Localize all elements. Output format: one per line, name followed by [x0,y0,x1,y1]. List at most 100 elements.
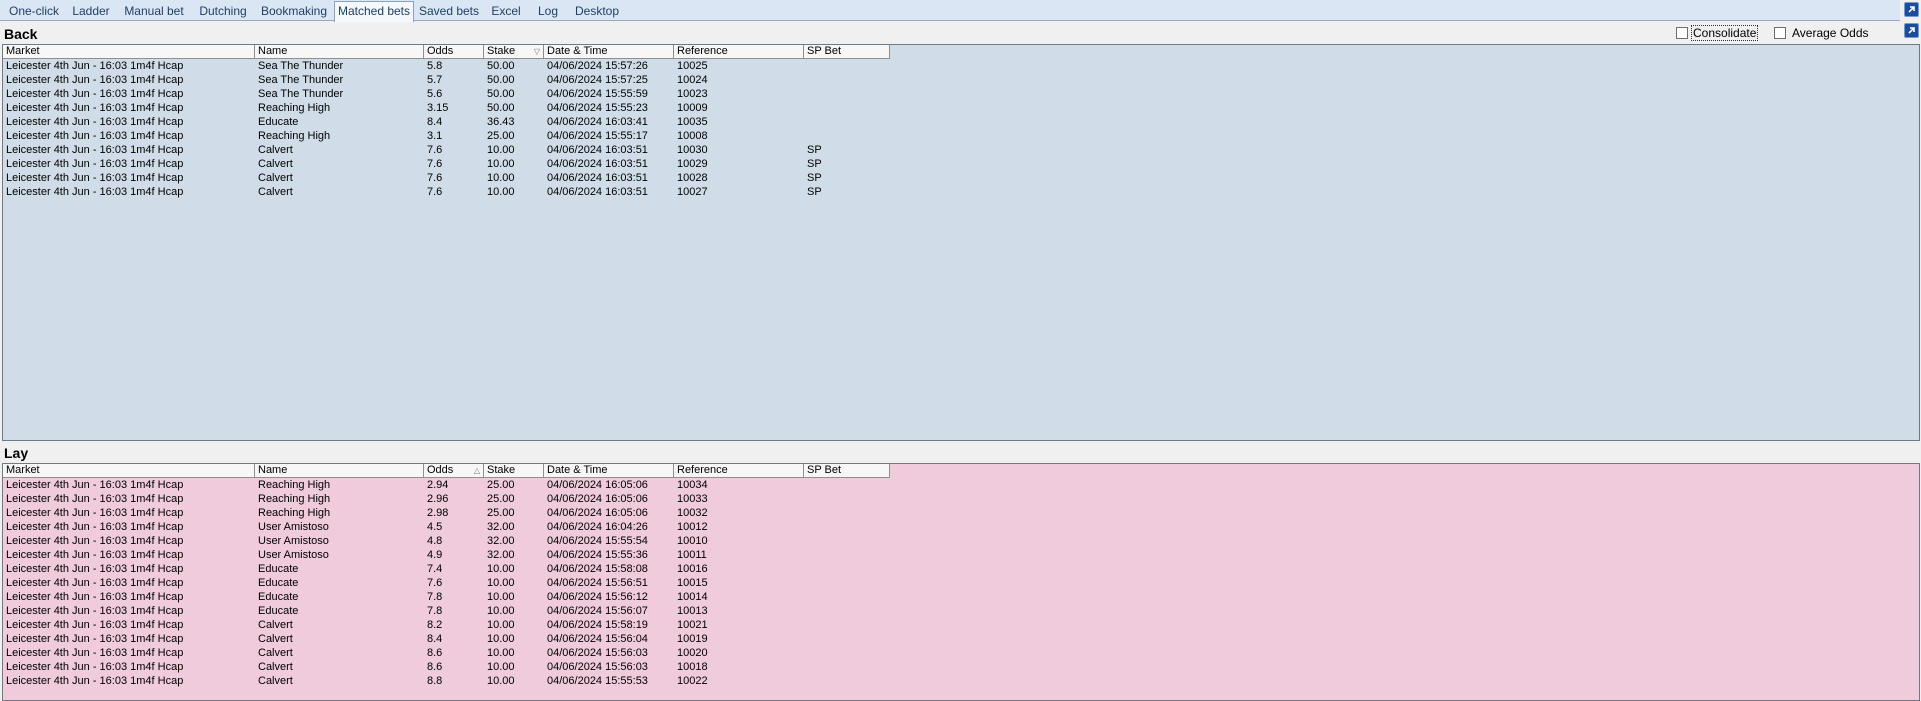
popout-tabs-button[interactable] [1904,2,1919,17]
tab-bar: One-click Ladder Manual bet Dutching Boo… [0,0,1900,22]
table-row[interactable]: Leicester 4th Jun - 16:03 1m4f Hcap Educa… [3,590,903,604]
cell-date-time: 04/06/2024 16:03:51 [547,158,648,170]
tab-ladder[interactable]: Ladder [66,2,116,21]
cell-market: Leicester 4th Jun - 16:03 1m4f Hcap [6,116,184,128]
column-header-date-time[interactable]: Date & Time [544,45,674,59]
cell-reference: 10034 [677,479,708,491]
cell-name: Calvert [258,647,293,659]
cell-odds: 4.8 [427,535,443,547]
cell-name: Reaching High [258,102,331,114]
table-row[interactable]: Leicester 4th Jun - 16:03 1m4f Hcap Reach… [3,492,903,506]
cell-market: Leicester 4th Jun - 16:03 1m4f Hcap [6,535,184,547]
column-header-reference[interactable]: Reference [674,464,804,478]
table-row[interactable]: Leicester 4th Jun - 16:03 1m4f Hcap Sea T… [3,73,903,87]
table-row[interactable]: Leicester 4th Jun - 16:03 1m4f Hcap Calve… [3,646,903,660]
average-odds-checkbox[interactable] [1774,27,1786,39]
cell-market: Leicester 4th Jun - 16:03 1m4f Hcap [6,521,184,533]
cell-odds: 8.4 [427,633,443,645]
consolidate-option[interactable]: Consolidate [1676,25,1759,41]
cell-sp-bet: SP [807,158,822,170]
table-row[interactable]: Leicester 4th Jun - 16:03 1m4f Hcap Educa… [3,562,903,576]
cell-stake: 25.00 [487,493,515,505]
tab-saved-bets[interactable]: Saved bets [414,2,484,21]
table-row[interactable]: Leicester 4th Jun - 16:03 1m4f Hcap Reach… [3,129,903,143]
cell-odds: 7.8 [427,605,443,617]
cell-stake: 32.00 [487,549,515,561]
column-header-name[interactable]: Name [255,45,424,59]
column-header-stake[interactable]: Stake ▽ [484,45,544,59]
popout-arrow-icon [1908,27,1915,34]
average-odds-label: Average Odds [1792,26,1869,40]
cell-name: Reaching High [258,479,331,491]
tab-bookmaking[interactable]: Bookmaking [254,2,334,21]
popout-panel-button[interactable] [1904,23,1919,38]
cell-sp-bet: SP [807,172,822,184]
table-row[interactable]: Leicester 4th Jun - 16:03 1m4f Hcap Sea T… [3,59,903,73]
cell-sp-bet: SP [807,186,822,198]
cell-date-time: 04/06/2024 16:05:06 [547,479,648,491]
column-header-sp-bet[interactable]: SP Bet [804,464,890,478]
table-row[interactable]: Leicester 4th Jun - 16:03 1m4f Hcap Calve… [3,674,903,688]
column-header-market[interactable]: Market [3,464,255,478]
tab-desktop[interactable]: Desktop [568,2,626,21]
table-row[interactable]: Leicester 4th Jun - 16:03 1m4f Hcap Calve… [3,618,903,632]
cell-market: Leicester 4th Jun - 16:03 1m4f Hcap [6,186,184,198]
cell-stake: 32.00 [487,521,515,533]
cell-market: Leicester 4th Jun - 16:03 1m4f Hcap [6,591,184,603]
cell-name: Calvert [258,661,293,673]
cell-name: Educate [258,591,299,603]
cell-market: Leicester 4th Jun - 16:03 1m4f Hcap [6,577,184,589]
tab-log[interactable]: Log [528,2,568,21]
cell-odds: 7.6 [427,577,443,589]
tab-one-click[interactable]: One-click [2,2,66,21]
column-header-market[interactable]: Market [3,45,255,59]
cell-name: Reaching High [258,507,331,519]
cell-odds: 7.6 [427,172,443,184]
table-row[interactable]: Leicester 4th Jun - 16:03 1m4f Hcap Sea T… [3,87,903,101]
table-row[interactable]: Leicester 4th Jun - 16:03 1m4f Hcap User … [3,548,903,562]
column-header-sp-bet[interactable]: SP Bet [804,45,890,59]
table-row[interactable]: Leicester 4th Jun - 16:03 1m4f Hcap Reach… [3,101,903,115]
tab-excel[interactable]: Excel [484,2,528,21]
column-header-reference[interactable]: Reference [674,45,804,59]
cell-odds: 2.94 [427,479,449,491]
table-row[interactable]: Leicester 4th Jun - 16:03 1m4f Hcap Educa… [3,576,903,590]
cell-date-time: 04/06/2024 16:03:51 [547,186,648,198]
cell-odds: 7.8 [427,591,443,603]
cell-market: Leicester 4th Jun - 16:03 1m4f Hcap [6,675,184,687]
column-header-stake[interactable]: Stake [484,464,544,478]
column-header-name[interactable]: Name [255,464,424,478]
table-row[interactable]: Leicester 4th Jun - 16:03 1m4f Hcap Educa… [3,604,903,618]
lay-bets-grid[interactable]: Market Name Odds △ Stake Date & Time Reference… [2,463,1920,701]
tab-manual-bet[interactable]: Manual bet [116,2,192,21]
cell-reference: 10022 [677,675,708,687]
table-row[interactable]: Leicester 4th Jun - 16:03 1m4f Hcap Reach… [3,478,903,492]
consolidate-checkbox[interactable] [1676,27,1688,39]
cell-market: Leicester 4th Jun - 16:03 1m4f Hcap [6,158,184,170]
cell-reference: 10013 [677,605,708,617]
table-row[interactable]: Leicester 4th Jun - 16:03 1m4f Hcap Calve… [3,171,903,185]
tab-dutching[interactable]: Dutching [192,2,254,21]
table-row[interactable]: Leicester 4th Jun - 16:03 1m4f Hcap Calve… [3,143,903,157]
cell-odds: 8.6 [427,647,443,659]
back-bets-grid[interactable]: Market Name Odds Stake ▽ Date & Time Reference… [2,44,1920,441]
table-row[interactable]: Leicester 4th Jun - 16:03 1m4f Hcap Reach… [3,506,903,520]
table-row[interactable]: Leicester 4th Jun - 16:03 1m4f Hcap User … [3,534,903,548]
tab-matched-bets[interactable]: Matched bets [334,1,414,22]
column-header-date-time[interactable]: Date & Time [544,464,674,478]
table-row[interactable]: Leicester 4th Jun - 16:03 1m4f Hcap Calve… [3,185,903,199]
cell-date-time: 04/06/2024 16:04:26 [547,521,648,533]
cell-stake: 25.00 [487,479,515,491]
table-row[interactable]: Leicester 4th Jun - 16:03 1m4f Hcap Educa… [3,115,903,129]
cell-date-time: 04/06/2024 16:03:41 [547,116,648,128]
cell-reference: 10025 [677,60,708,72]
table-row[interactable]: Leicester 4th Jun - 16:03 1m4f Hcap Calve… [3,632,903,646]
column-header-odds[interactable]: Odds [424,45,484,59]
cell-stake: 32.00 [487,535,515,547]
average-odds-option[interactable]: Average Odds [1774,25,1869,41]
table-row[interactable]: Leicester 4th Jun - 16:03 1m4f Hcap Calve… [3,660,903,674]
table-row[interactable]: Leicester 4th Jun - 16:03 1m4f Hcap User … [3,520,903,534]
cell-stake: 10.00 [487,577,515,589]
table-row[interactable]: Leicester 4th Jun - 16:03 1m4f Hcap Calve… [3,157,903,171]
column-header-odds[interactable]: Odds △ [424,464,484,478]
